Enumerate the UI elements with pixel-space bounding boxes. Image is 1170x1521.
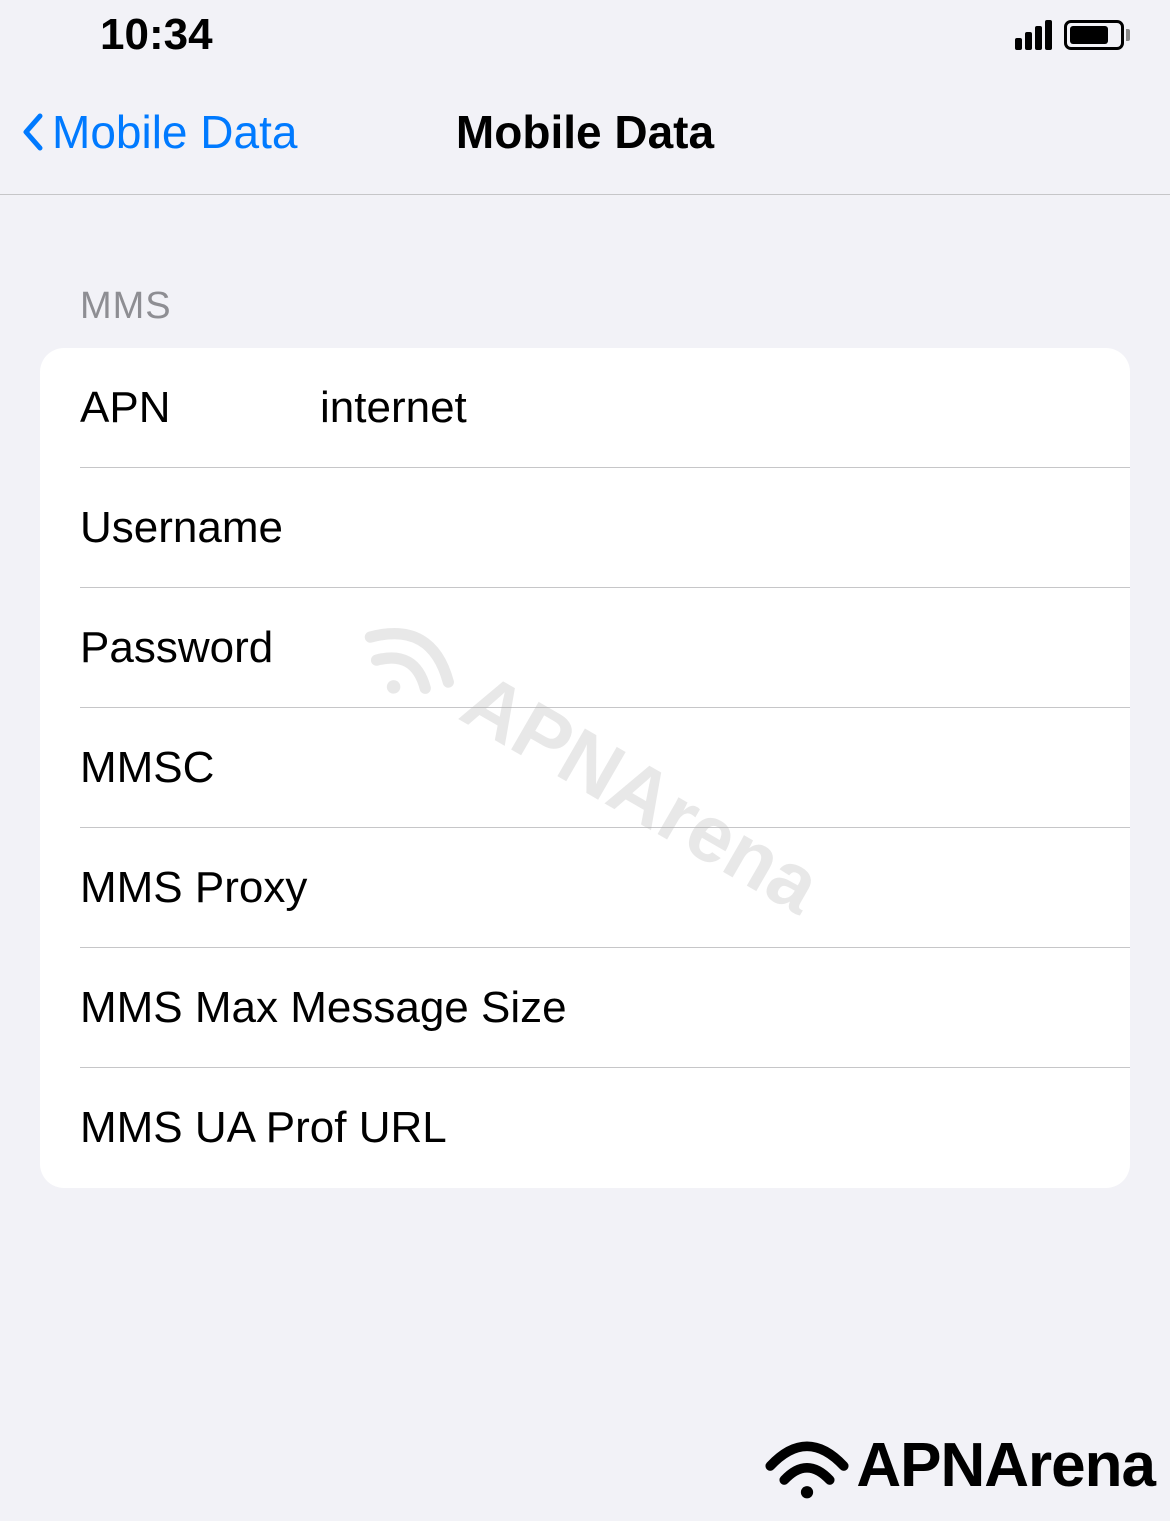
apn-input[interactable] (320, 383, 1130, 433)
mms-proxy-label: MMS Proxy (80, 863, 307, 913)
username-row[interactable]: Username (40, 468, 1130, 588)
branding-logo: APNArena (762, 1430, 1155, 1501)
mmsc-input[interactable] (320, 743, 1130, 793)
cellular-signal-icon (1015, 20, 1052, 50)
mms-proxy-row[interactable]: MMS Proxy (40, 828, 1130, 948)
apn-label: APN (80, 383, 320, 433)
battery-icon (1064, 20, 1130, 50)
password-input[interactable] (320, 623, 1130, 673)
mms-ua-prof-input[interactable] (447, 1103, 1130, 1153)
mms-max-size-row[interactable]: MMS Max Message Size (40, 948, 1130, 1068)
mmsc-label: MMSC (80, 743, 320, 793)
mms-proxy-input[interactable] (307, 863, 1130, 913)
status-time: 10:34 (100, 10, 213, 60)
page-title: Mobile Data (456, 105, 714, 159)
chevron-left-icon (20, 112, 44, 152)
username-label: Username (80, 503, 320, 553)
status-bar: 10:34 (0, 0, 1170, 70)
back-button[interactable]: Mobile Data (0, 105, 297, 159)
mms-ua-prof-label: MMS UA Prof URL (80, 1103, 447, 1153)
mmsc-row[interactable]: MMSC (40, 708, 1130, 828)
mms-ua-prof-row[interactable]: MMS UA Prof URL (40, 1068, 1130, 1188)
mms-max-size-label: MMS Max Message Size (80, 983, 567, 1033)
password-row[interactable]: Password (40, 588, 1130, 708)
password-label: Password (80, 623, 320, 673)
navigation-bar: Mobile Data Mobile Data (0, 70, 1170, 195)
wifi-icon (762, 1431, 852, 1501)
username-input[interactable] (320, 503, 1130, 553)
back-label: Mobile Data (52, 105, 297, 159)
status-icons (1015, 20, 1130, 50)
apn-row[interactable]: APN (40, 348, 1130, 468)
section-header-mms: MMS (0, 195, 1170, 348)
mms-max-size-input[interactable] (567, 983, 1130, 1033)
branding-text: APNArena (856, 1430, 1155, 1501)
mms-settings-group: APN Username Password MMSC MMS Proxy MMS… (40, 348, 1130, 1188)
